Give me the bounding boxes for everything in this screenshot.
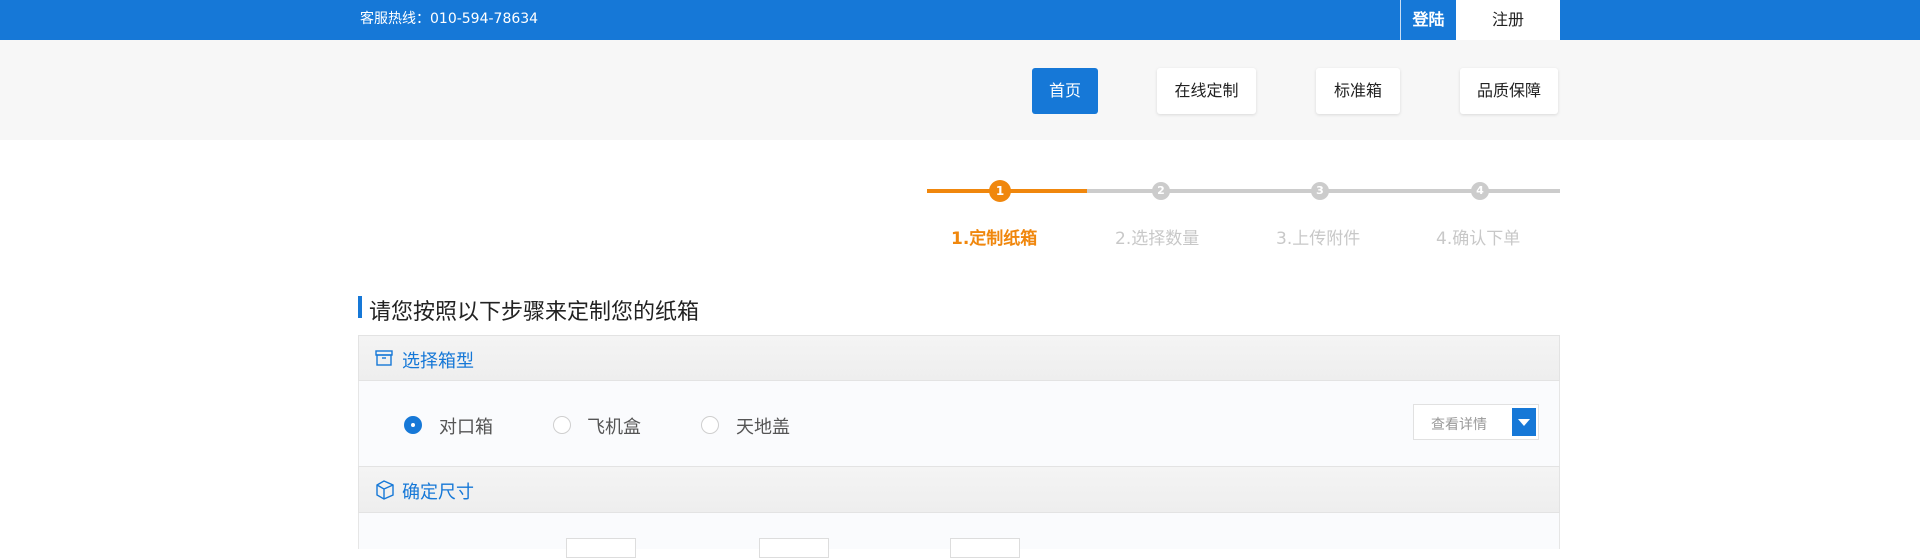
radio-duikou[interactable]: [404, 416, 422, 434]
size-panel-header: 确定尺寸: [358, 466, 1560, 513]
width-input[interactable]: [759, 538, 829, 558]
step-label-4: 4.确认下单: [1436, 229, 1521, 249]
login-button[interactable]: 登陆: [1400, 0, 1456, 40]
service-hotline: 客服热线：010-594-78634: [360, 11, 539, 27]
step-label-1: 1.定制纸箱: [951, 229, 1038, 249]
heading-accent: [358, 296, 362, 318]
chevron-down-icon[interactable]: [1512, 408, 1536, 436]
radio-label-tiandi[interactable]: 天地盖: [736, 413, 790, 439]
size-title: 确定尺寸: [402, 482, 474, 503]
radio-feiji[interactable]: [553, 416, 571, 434]
box-type-panel-header: 选择箱型: [358, 335, 1560, 381]
nav-item-home[interactable]: 首页: [1032, 68, 1098, 114]
radio-label-duikou[interactable]: 对口箱: [439, 413, 493, 439]
step-label-2: 2.选择数量: [1115, 229, 1200, 249]
radio-label-feiji[interactable]: 飞机盒: [587, 413, 641, 439]
length-input[interactable]: [566, 538, 636, 558]
step-dot-4: 4: [1471, 182, 1489, 200]
step-dot-3: 3: [1311, 182, 1329, 200]
radio-tiandi[interactable]: [701, 416, 719, 434]
register-button[interactable]: 注册: [1456, 0, 1560, 40]
details-select-value: 查看详情: [1431, 417, 1487, 433]
ruler-box-icon: [374, 479, 394, 500]
top-bar: 客服热线：010-594-78634 登陆 注册: [0, 0, 1920, 40]
nav-item-quality[interactable]: 品质保障: [1460, 68, 1558, 114]
details-select[interactable]: 查看详情: [1413, 404, 1539, 440]
height-input[interactable]: [950, 538, 1020, 558]
step-label-3: 3.上传附件: [1276, 229, 1361, 249]
main-nav: 首页 在线定制 标准箱 品质保障: [0, 40, 1920, 140]
box-type-title: 选择箱型: [402, 351, 474, 372]
nav-item-online-custom[interactable]: 在线定制: [1157, 68, 1256, 114]
step-dot-2: 2: [1152, 182, 1170, 200]
nav-item-standard-box[interactable]: 标准箱: [1316, 68, 1400, 114]
box-type-panel-body: [358, 381, 1560, 466]
step-dot-1: 1: [989, 180, 1011, 202]
page-title: 请您按照以下步骤来定制您的纸箱: [369, 300, 700, 325]
box-icon: [374, 348, 394, 368]
